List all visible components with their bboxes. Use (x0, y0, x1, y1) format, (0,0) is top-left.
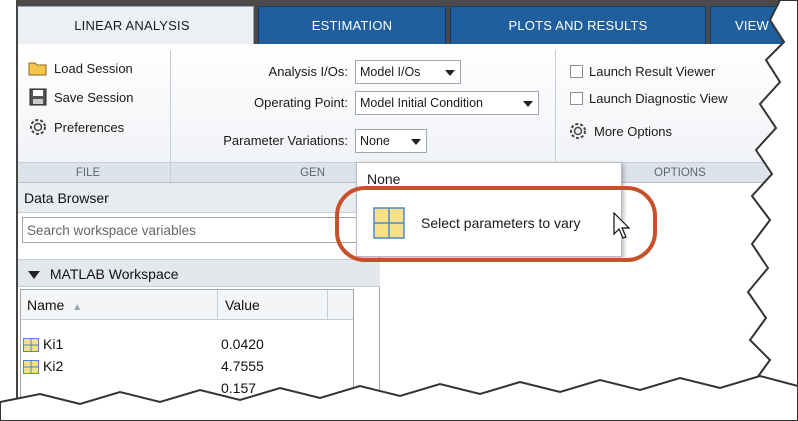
save-disk-icon (29, 88, 47, 106)
gear-icon (570, 123, 586, 139)
row-value: 4.7555 (221, 358, 264, 374)
save-session-button[interactable]: Save Session (28, 88, 134, 106)
matlab-workspace-header[interactable]: MATLAB Workspace (18, 259, 380, 287)
file-section-footer: FILE (6, 162, 170, 182)
parameter-variations-dropdown[interactable]: None (355, 129, 427, 153)
launch-result-viewer-checkbox[interactable]: Launch Result Viewer (570, 64, 715, 79)
parameter-variations-value: None (360, 134, 390, 148)
tab-linear-analysis[interactable]: LINEAR ANALYSIS (10, 6, 254, 45)
more-options-label: More Options (594, 123, 673, 139)
menu-item-none[interactable]: None (367, 171, 400, 187)
data-browser-title: Data Browser (18, 183, 380, 213)
load-session-button[interactable]: Load Session (28, 60, 133, 76)
sort-ascending-icon: ▲ (72, 302, 83, 313)
chevron-down-icon (411, 139, 421, 145)
column-header-name[interactable]: Name ▲ (21, 290, 217, 320)
tab-plots-and-results[interactable]: PLOTS AND RESULTS (450, 6, 706, 44)
highlight-oval (335, 186, 657, 262)
table-row[interactable]: Ki2 4.7555 (21, 356, 353, 378)
gear-icon (30, 119, 46, 135)
workspace-table: Name ▲ Value Ki1 0.0420 Ki2 4.7555 0.157 (20, 289, 354, 421)
chevron-down-icon (445, 70, 455, 76)
column-value-label: Value (225, 297, 260, 313)
row-name: Ki2 (43, 358, 64, 374)
operating-point-value: Model Initial Condition (360, 96, 483, 110)
mouse-pointer-icon (613, 212, 631, 239)
parameter-variations-label: Parameter Variations: (223, 133, 348, 148)
launch-diagnostic-viewer-label: Launch Diagnostic View (589, 91, 728, 106)
tab-strip: LINEAR ANALYSIS ESTIMATION PLOTS AND RES… (6, 0, 798, 45)
expand-triangle-icon[interactable] (28, 271, 40, 280)
analysis-ios-dropdown[interactable]: Model I/Os (355, 60, 461, 84)
search-input[interactable]: Search workspace variables (22, 217, 374, 243)
row-value: 0.157 (221, 380, 257, 396)
checkbox-box[interactable] (570, 65, 583, 78)
table-header: Name ▲ Value (21, 290, 353, 320)
tab-view[interactable]: VIEW (710, 6, 798, 44)
launch-result-viewer-label: Launch Result Viewer (589, 64, 716, 79)
column-name-label: Name (27, 297, 65, 313)
workspace-label: MATLAB Workspace (49, 266, 179, 282)
data-browser-panel: Data Browser Search workspace variables … (18, 183, 380, 421)
folder-icon (28, 62, 47, 76)
preferences-label: Preferences (54, 119, 125, 135)
search-placeholder: Search workspace variables (27, 223, 196, 238)
table-row[interactable]: Ki1 0.0420 (21, 334, 353, 356)
launch-diagnostic-viewer-checkbox[interactable]: Launch Diagnostic View (570, 91, 728, 106)
variable-grid-icon (23, 338, 39, 352)
app-window: LINEAR ANALYSIS ESTIMATION PLOTS AND RES… (0, 0, 798, 421)
save-session-label: Save Session (54, 89, 134, 105)
table-row[interactable]: 0.157 (21, 378, 353, 400)
row-name: Ki1 (43, 336, 64, 352)
chevron-down-icon (523, 101, 533, 107)
analysis-ios-value: Model I/Os (360, 65, 421, 79)
column-divider[interactable] (327, 290, 328, 320)
load-session-label: Load Session (54, 60, 133, 76)
operating-point-dropdown[interactable]: Model Initial Condition (355, 91, 539, 115)
preferences-button[interactable]: Preferences (28, 118, 124, 136)
column-header-value[interactable]: Value (219, 290, 329, 320)
variable-grid-icon (23, 360, 39, 374)
row-value: 0.0420 (221, 336, 264, 352)
operating-point-label: Operating Point: (254, 95, 348, 110)
checkbox-box[interactable] (570, 92, 583, 105)
column-divider[interactable] (217, 290, 218, 320)
tab-estimation[interactable]: ESTIMATION (258, 6, 446, 44)
analysis-ios-label: Analysis I/Os: (268, 64, 348, 79)
more-options-button[interactable]: More Options (568, 122, 672, 140)
